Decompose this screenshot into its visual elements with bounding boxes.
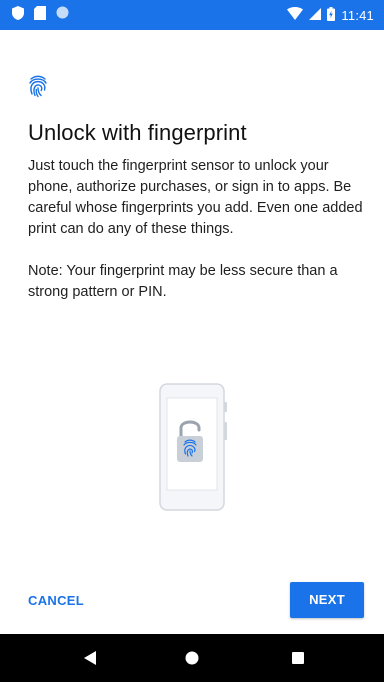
back-icon[interactable] [80, 648, 100, 668]
sd-card-icon [34, 5, 46, 25]
signal-icon [309, 7, 322, 23]
recents-icon[interactable] [288, 648, 308, 668]
note-text: Note: Your fingerprint may be less secur… [28, 263, 338, 300]
page-title: Unlock with fingerprint [28, 120, 247, 145]
phone-unlock-fingerprint-illustration [158, 382, 230, 512]
description-text: Just touch the fingerprint sensor to unl… [28, 158, 363, 237]
fingerprint-icon [28, 74, 364, 98]
wifi-icon [287, 7, 304, 23]
cancel-button[interactable]: CANCEL [28, 587, 84, 615]
status-icons-right: 11:41 [287, 6, 374, 24]
navigation-bar [0, 634, 384, 682]
content: Unlock with fingerprint Just touch the f… [28, 74, 364, 303]
status-time: 11:41 [341, 7, 374, 23]
shield-icon [12, 5, 24, 25]
status-bar: 11:41 [0, 0, 384, 30]
battery-icon [327, 6, 336, 24]
home-icon[interactable] [182, 648, 202, 668]
circle-icon [56, 6, 69, 24]
next-button[interactable]: NEXT [290, 582, 364, 618]
status-icons-left [12, 5, 69, 25]
